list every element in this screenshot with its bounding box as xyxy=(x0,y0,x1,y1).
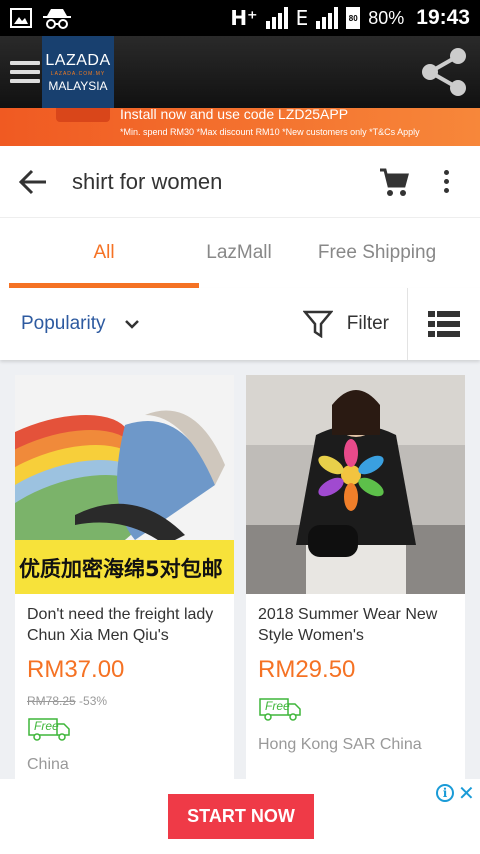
tab-all[interactable]: All xyxy=(9,218,199,288)
product-card[interactable]: 优质加密海绵5对包邮 Don't need the freight lady C… xyxy=(15,375,234,795)
product-origin: Hong Kong SAR China xyxy=(258,736,422,753)
more-options-icon[interactable] xyxy=(444,170,450,193)
product-original-price-row: RM78.25 -53% xyxy=(27,694,222,708)
product-origin: China xyxy=(27,756,69,773)
product-price: RM29.50 xyxy=(258,656,356,683)
ad-info-icon[interactable]: i xyxy=(436,784,454,802)
status-bar: H⁺ E 80 80% 19:43 xyxy=(0,0,480,36)
chevron-down-icon xyxy=(124,320,139,329)
clock: 19:43 xyxy=(416,6,470,29)
sort-dropdown[interactable]: Popularity xyxy=(21,313,140,335)
promo-phone-icon xyxy=(56,108,110,122)
battery-percent: 80% xyxy=(368,7,405,28)
product-title[interactable]: 2018 Summer Wear New Style Women's xyxy=(258,604,453,646)
product-original-price: RM78.25 xyxy=(27,694,76,708)
product-image[interactable] xyxy=(246,375,465,594)
product-discount: -53% xyxy=(79,694,108,708)
back-arrow-icon[interactable] xyxy=(18,167,48,197)
tab-lazmall[interactable]: LazMall xyxy=(189,218,289,288)
list-view-toggle[interactable] xyxy=(408,311,480,337)
ad-close-icon[interactable]: ✕ xyxy=(458,781,475,806)
sort-label: Popularity xyxy=(21,313,106,334)
sort-filter-bar: Popularity Filter xyxy=(0,288,480,360)
promo-terms: *Min. spend RM30 *Max discount RM10 *New… xyxy=(120,127,420,137)
free-shipping-text: Free xyxy=(265,699,290,713)
network-type-label-2: E xyxy=(295,6,309,30)
tab-bar: All LazMall Free Shipping xyxy=(0,218,480,288)
incognito-icon xyxy=(43,9,71,29)
free-shipping-text: Free xyxy=(34,719,59,733)
logo-text: LAZADA xyxy=(45,51,111,69)
share-icon[interactable] xyxy=(418,46,470,98)
product-image-caption: 优质加密海绵5对包邮 xyxy=(19,557,223,581)
logo-country: MALAYSIA xyxy=(48,78,108,93)
battery-icon: 80 xyxy=(346,7,361,29)
product-title[interactable]: Don't need the freight lady Chun Xia Men… xyxy=(27,604,222,646)
product-image[interactable]: 优质加密海绵5对包邮 xyxy=(15,375,234,594)
list-view-icon xyxy=(428,311,460,337)
free-shipping-badge: Free xyxy=(258,696,302,722)
promo-headline: Install now and use code LZD25APP xyxy=(120,108,349,122)
network-type-label: H⁺ xyxy=(230,6,258,30)
filter-icon xyxy=(302,310,333,338)
gallery-icon xyxy=(10,8,32,28)
start-now-button[interactable]: START NOW xyxy=(168,794,314,839)
menu-icon[interactable] xyxy=(10,61,40,83)
signal-strength-icon-2 xyxy=(316,7,339,29)
signal-strength-icon xyxy=(265,7,288,29)
search-bar: shirt for women xyxy=(0,146,480,218)
free-shipping-badge: Free xyxy=(27,716,71,742)
filter-label: Filter xyxy=(346,313,389,334)
product-card[interactable]: 2018 Summer Wear New Style Women's RM29.… xyxy=(246,375,465,795)
promo-banner[interactable]: Install now and use code LZD25APP *Min. … xyxy=(0,108,480,146)
logo-subtext: LAZADA.COM.MY xyxy=(50,70,106,77)
cart-icon[interactable] xyxy=(378,166,410,198)
product-grid: 优质加密海绵5对包邮 Don't need the freight lady C… xyxy=(0,360,480,795)
search-query[interactable]: shirt for women xyxy=(72,169,378,195)
product-price: RM37.00 xyxy=(27,656,125,683)
app-bar: LAZADA LAZADA.COM.MY MALAYSIA xyxy=(0,36,480,108)
filter-button[interactable]: Filter xyxy=(302,288,408,360)
tab-free-shipping[interactable]: Free Shipping xyxy=(302,218,452,288)
ad-banner: START NOW i ✕ xyxy=(0,779,480,854)
lazada-logo[interactable]: LAZADA LAZADA.COM.MY MALAYSIA xyxy=(42,36,114,108)
